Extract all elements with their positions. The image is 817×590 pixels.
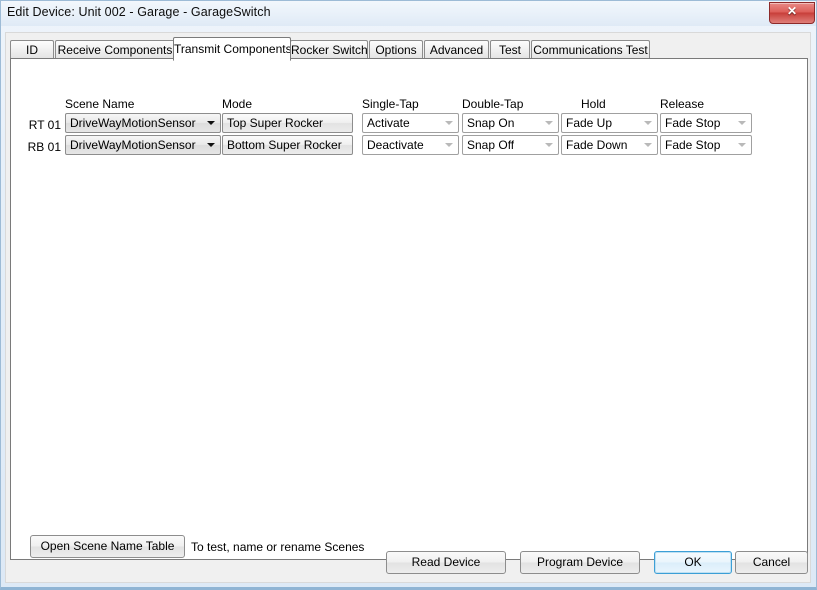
chevron-down-icon: [545, 143, 553, 147]
column-header-release: Release: [660, 97, 705, 111]
scene-name-value-rt-01: DriveWayMotionSensor: [70, 116, 196, 130]
scene-name-value-rb-01: DriveWayMotionSensor: [70, 138, 196, 152]
chevron-down-icon: [644, 143, 652, 147]
tab-test[interactable]: Test: [490, 40, 530, 59]
tab-transmit-components[interactable]: Transmit Components: [173, 37, 291, 61]
tab-rocker-switch[interactable]: Rocker Switch: [290, 40, 368, 59]
mode-value-rb-01: Bottom Super Rocker: [227, 138, 342, 152]
column-header-hold: Hold: [581, 97, 606, 111]
transmit-components-panel: Scene Name Mode Single-Tap Double-Tap Ho…: [10, 58, 808, 560]
ok-button[interactable]: OK: [654, 551, 732, 574]
column-header-mode: Mode: [222, 97, 253, 111]
program-device-button[interactable]: Program Device: [520, 551, 640, 574]
close-button[interactable]: ✕: [769, 2, 815, 24]
tab-advanced[interactable]: Advanced: [424, 40, 489, 59]
single-tap-value-rt-01: Activate: [367, 116, 410, 130]
row-label-rt-01: RT 01: [28, 118, 61, 132]
column-header-double-tap: Double-Tap: [462, 97, 524, 111]
double-tap-value-rt-01: Snap On: [467, 116, 515, 130]
title-bar: Edit Device: Unit 002 - Garage - GarageS…: [1, 1, 816, 26]
tab-options[interactable]: Options: [369, 40, 423, 59]
single-tap-combo-rt-01[interactable]: Activate: [362, 113, 459, 133]
mode-field-rb-01[interactable]: Bottom Super Rocker: [222, 135, 353, 155]
window-title: Edit Device: Unit 002 - Garage - GarageS…: [7, 5, 271, 19]
hold-value-rb-01: Fade Down: [566, 138, 628, 152]
single-tap-combo-rb-01[interactable]: Deactivate: [362, 135, 459, 155]
hold-combo-rt-01[interactable]: Fade Up: [561, 113, 658, 133]
chevron-down-icon: [738, 143, 746, 147]
double-tap-combo-rb-01[interactable]: Snap Off: [462, 135, 559, 155]
release-combo-rb-01[interactable]: Fade Stop: [660, 135, 752, 155]
chevron-down-icon: [738, 121, 746, 125]
hold-combo-rb-01[interactable]: Fade Down: [561, 135, 658, 155]
close-icon: ✕: [786, 4, 798, 18]
mode-value-rt-01: Top Super Rocker: [227, 116, 324, 130]
chevron-down-icon: [207, 121, 215, 125]
column-header-single-tap: Single-Tap: [362, 97, 419, 111]
scene-name-combo-rb-01[interactable]: DriveWayMotionSensor: [65, 135, 221, 155]
read-device-button[interactable]: Read Device: [386, 551, 506, 574]
double-tap-combo-rt-01[interactable]: Snap On: [462, 113, 559, 133]
tab-communications-test[interactable]: Communications Test: [531, 40, 650, 59]
mode-field-rt-01[interactable]: Top Super Rocker: [222, 113, 353, 133]
dialog-client-area: ID Receive Components Transmit Component…: [5, 32, 811, 583]
tab-receive-components[interactable]: Receive Components: [55, 40, 175, 59]
tab-id[interactable]: ID: [10, 40, 54, 59]
double-tap-value-rb-01: Snap Off: [467, 138, 515, 152]
release-value-rt-01: Fade Stop: [665, 116, 721, 130]
single-tap-value-rb-01: Deactivate: [367, 138, 424, 152]
scene-name-combo-rt-01[interactable]: DriveWayMotionSensor: [65, 113, 221, 133]
release-value-rb-01: Fade Stop: [665, 138, 721, 152]
tab-strip: ID Receive Components Transmit Component…: [10, 37, 808, 61]
chevron-down-icon: [545, 121, 553, 125]
dialog-window: Edit Device: Unit 002 - Garage - GarageS…: [0, 0, 817, 590]
row-label-rb-01: RB 01: [27, 140, 61, 154]
scene-table-hint: To test, name or rename Scenes: [191, 540, 365, 554]
chevron-down-icon: [445, 143, 453, 147]
chevron-down-icon: [644, 121, 652, 125]
chevron-down-icon: [445, 121, 453, 125]
open-scene-name-table-button[interactable]: Open Scene Name Table: [30, 535, 185, 558]
chevron-down-icon: [207, 143, 215, 147]
hold-value-rt-01: Fade Up: [566, 116, 613, 130]
release-combo-rt-01[interactable]: Fade Stop: [660, 113, 752, 133]
cancel-button[interactable]: Cancel: [735, 551, 808, 574]
column-header-scene-name: Scene Name: [65, 97, 135, 111]
